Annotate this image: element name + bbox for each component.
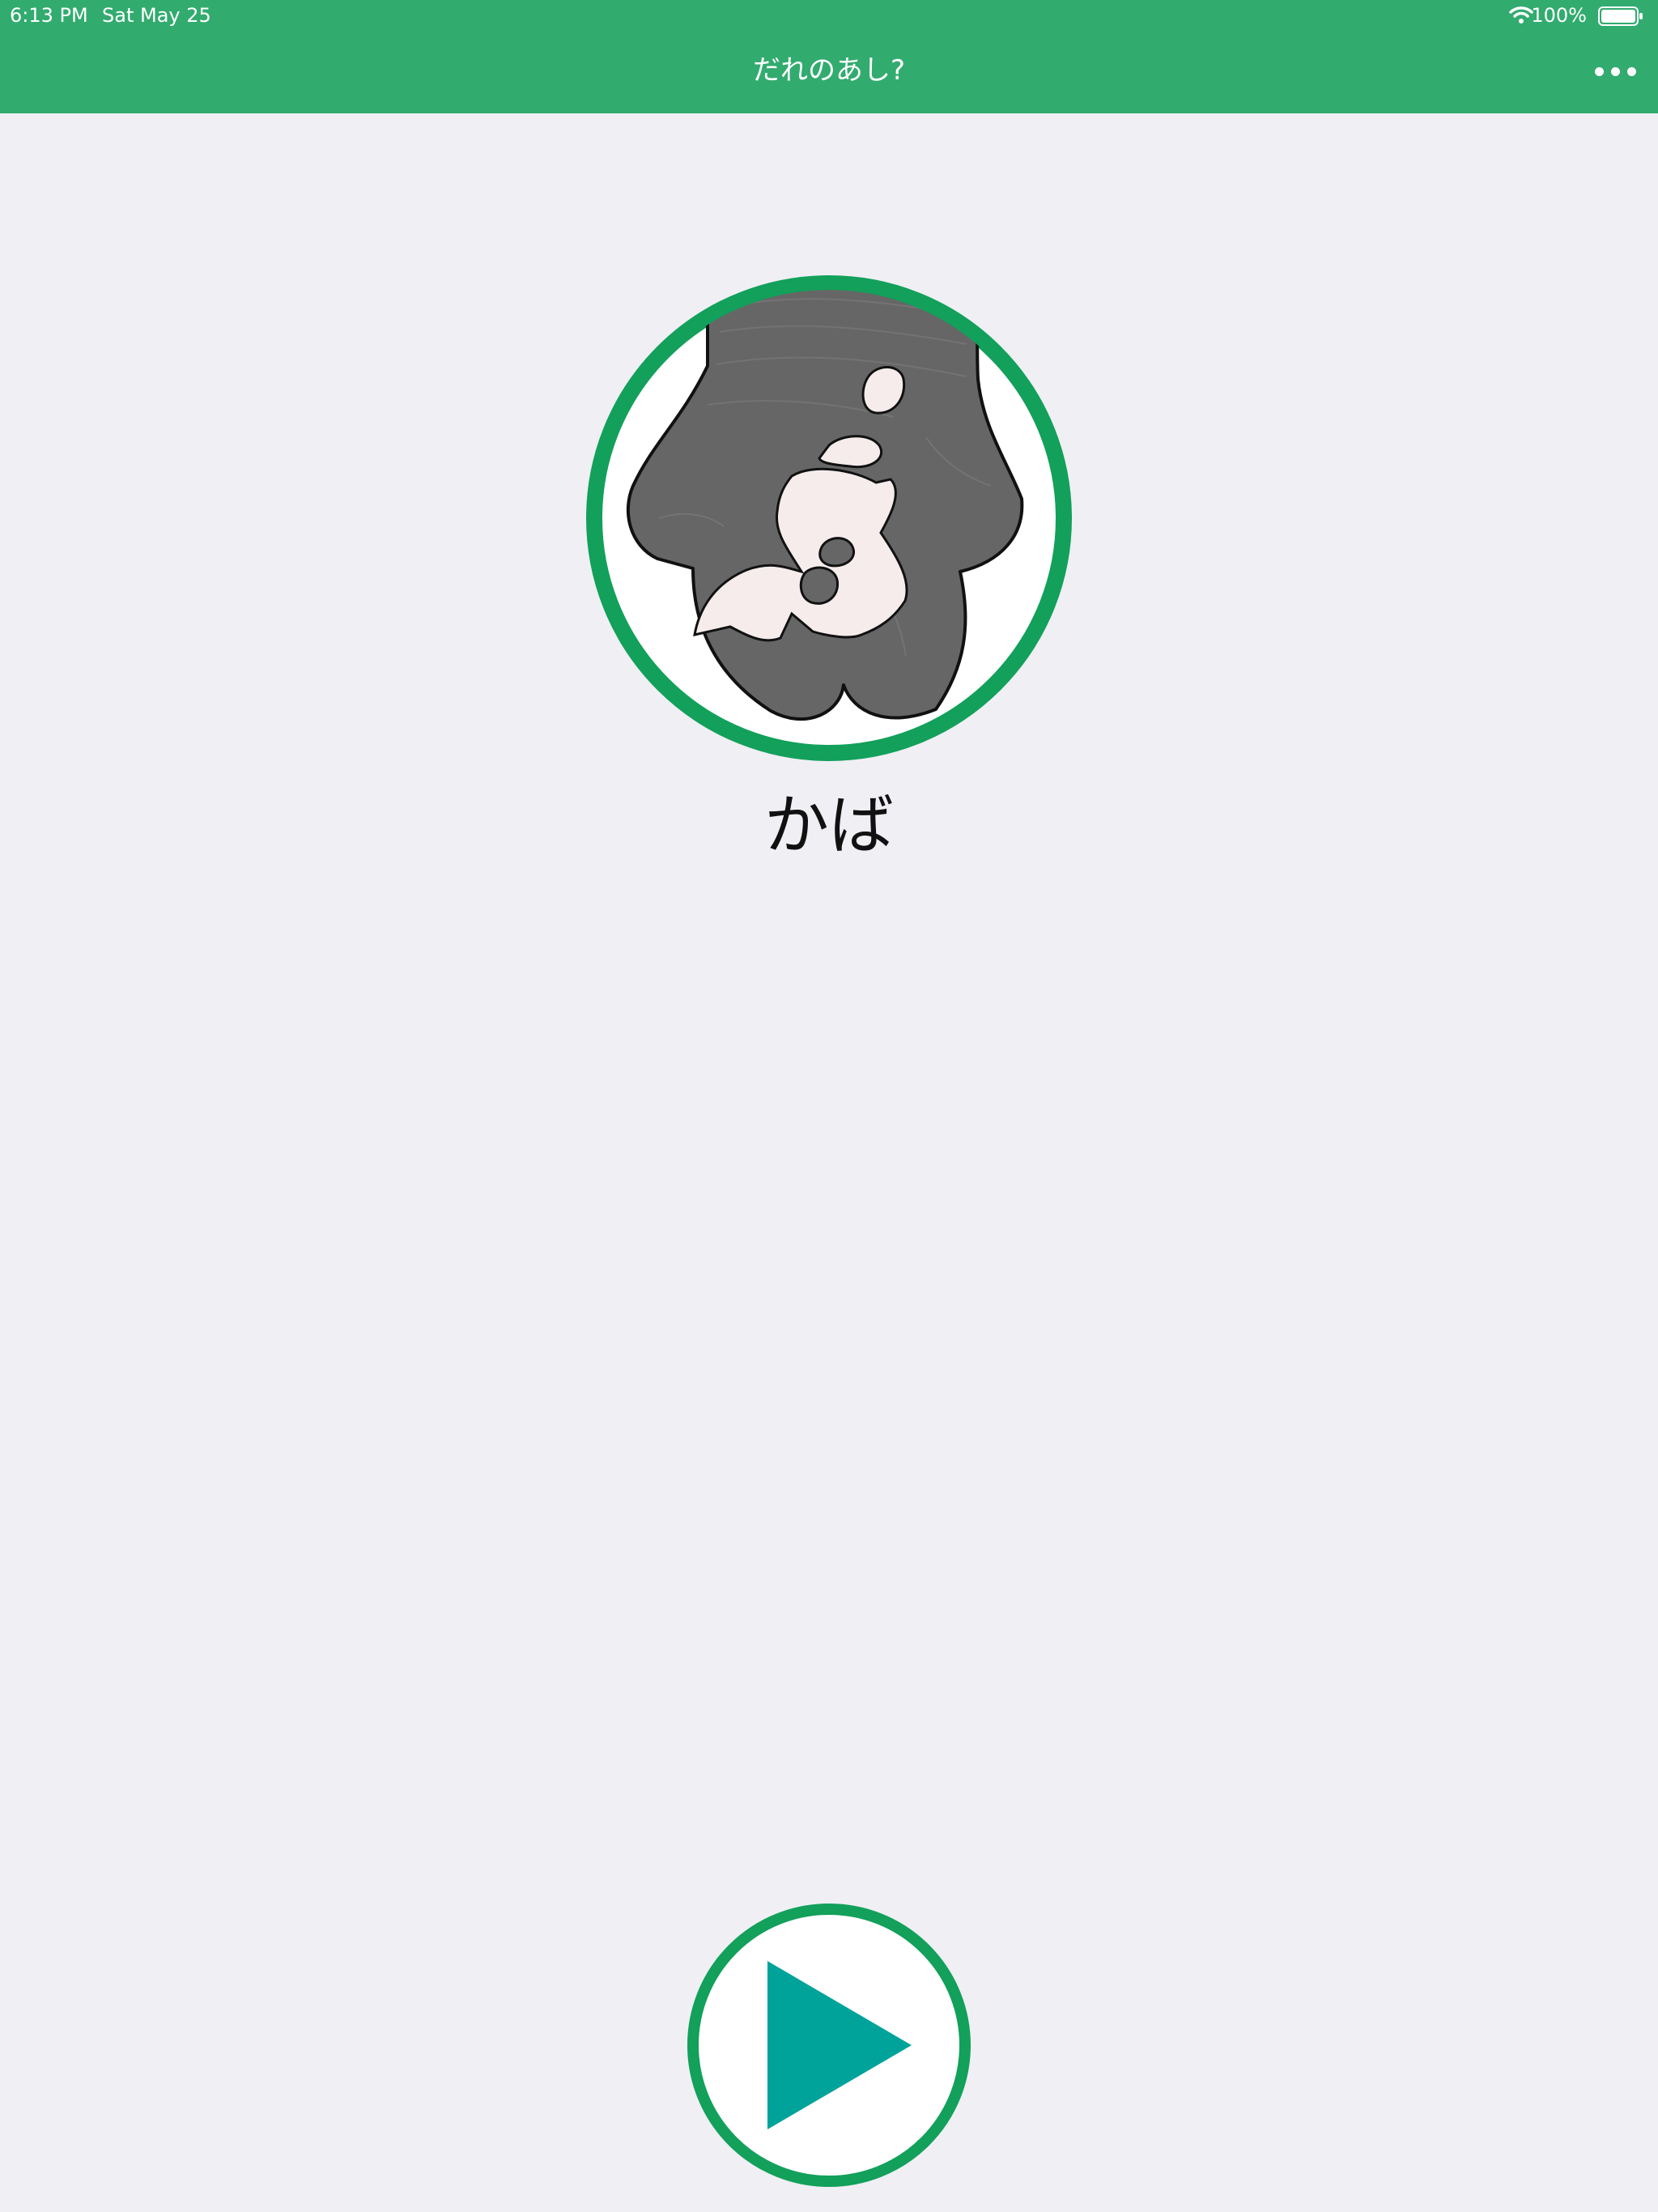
ellipsis-icon [1595, 67, 1604, 76]
play-button[interactable] [687, 1903, 971, 2188]
battery-icon [1598, 6, 1643, 26]
status-time: 6:13 PM [10, 4, 88, 27]
more-options-button[interactable] [1592, 52, 1640, 89]
wifi-icon [1509, 6, 1533, 23]
status-bar: 6:13 PM Sat May 25 100% [0, 0, 1658, 32]
animal-foot-picture [586, 275, 1072, 761]
navigation-bar: 6:13 PM Sat May 25 100% だれのあし? [0, 0, 1658, 113]
battery-percentage: 100% [1531, 4, 1587, 27]
page-title: だれのあし? [752, 54, 906, 87]
animal-name-label: かば [764, 788, 894, 863]
status-date: Sat May 25 [102, 4, 211, 27]
